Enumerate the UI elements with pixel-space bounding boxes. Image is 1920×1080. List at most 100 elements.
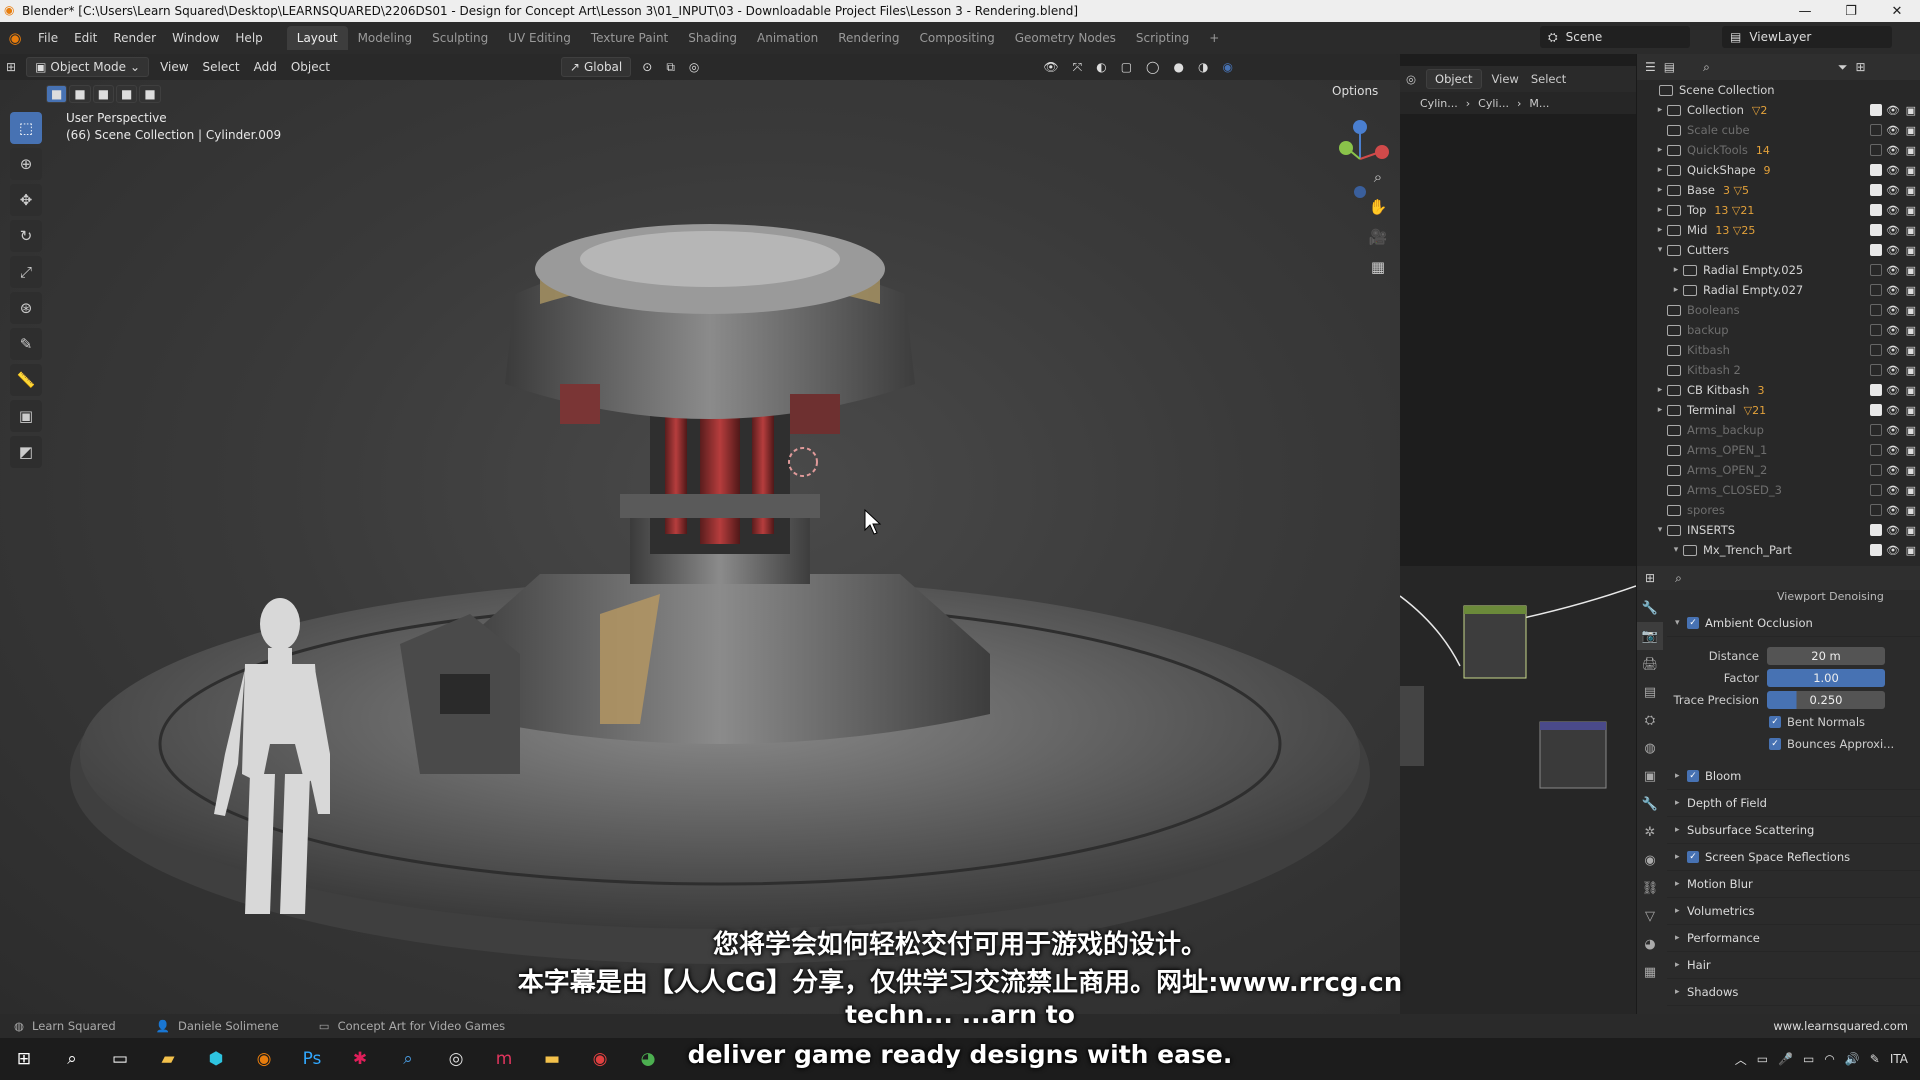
- visibility-eye-icon[interactable]: 👁: [1886, 184, 1900, 197]
- ambient-occlusion-panel[interactable]: ▾ ✓ Ambient Occlusion: [1667, 610, 1920, 637]
- visibility-eye-icon[interactable]: 👁: [1886, 144, 1900, 157]
- render-section-panel[interactable]: ▸ ✓ Screen Space Reflections: [1667, 844, 1920, 871]
- menu-render[interactable]: Render: [105, 31, 164, 45]
- bent-normals-row[interactable]: ✓ Bent Normals: [1667, 711, 1920, 733]
- outliner-item[interactable]: ▸ Radial Empty.027 👁 ▣: [1637, 280, 1920, 300]
- visibility-eye-icon[interactable]: 👁: [1886, 384, 1900, 397]
- menu-help[interactable]: Help: [227, 31, 270, 45]
- exclude-checkbox[interactable]: [1870, 344, 1882, 356]
- rendered-shading-icon[interactable]: ◉: [1215, 60, 1239, 74]
- outliner-item[interactable]: ▸ Terminal ▽21 👁 ▣: [1637, 400, 1920, 420]
- exclude-checkbox[interactable]: [1870, 384, 1882, 396]
- camera-view-icon[interactable]: 🎥: [1364, 222, 1392, 252]
- visibility-eye-icon[interactable]: 👁: [1886, 244, 1900, 257]
- view-layer-tab-icon[interactable]: ▤: [1637, 678, 1663, 706]
- outliner-item[interactable]: Scale cube 👁 ▣: [1637, 120, 1920, 140]
- outliner-item[interactable]: ▸ Top 13 ▽21 👁 ▣: [1637, 200, 1920, 220]
- outliner-item[interactable]: Arms_OPEN_1 👁 ▣: [1637, 440, 1920, 460]
- tab-compositing[interactable]: Compositing: [909, 26, 1004, 50]
- visibility-eye-icon[interactable]: 👁: [1886, 204, 1900, 217]
- render-camera-icon[interactable]: ▣: [1906, 324, 1916, 337]
- breadcrumb-material[interactable]: M...: [1529, 97, 1549, 110]
- select-box-tool-icon[interactable]: ⬚: [10, 112, 42, 144]
- exclude-checkbox[interactable]: [1870, 404, 1882, 416]
- object-tab-icon[interactable]: ▣: [1637, 762, 1663, 790]
- menu-edit[interactable]: Edit: [66, 31, 105, 45]
- mode-selector[interactable]: ▣ Object Mode ⌄: [26, 57, 150, 77]
- ao-checkbox[interactable]: ✓: [1687, 617, 1699, 629]
- exclude-checkbox[interactable]: [1870, 464, 1882, 476]
- render-section-panel[interactable]: ▸ ✓ Bloom: [1667, 763, 1920, 790]
- visibility-eye-icon[interactable]: 👁: [1886, 264, 1900, 277]
- exclude-checkbox[interactable]: [1870, 484, 1882, 496]
- select-subtract-icon[interactable]: ■: [92, 85, 115, 103]
- cursor-tool-icon[interactable]: ⊕: [10, 148, 42, 180]
- render-camera-icon[interactable]: ▣: [1906, 144, 1916, 157]
- exclude-checkbox[interactable]: [1870, 244, 1882, 256]
- exclude-checkbox[interactable]: [1870, 444, 1882, 456]
- render-camera-icon[interactable]: ▣: [1906, 124, 1916, 137]
- visibility-eye-icon[interactable]: 👁: [1886, 444, 1900, 457]
- expand-arrow-icon[interactable]: ▾: [1653, 525, 1667, 535]
- outliner-item[interactable]: ▾ Cutters 👁 ▣: [1637, 240, 1920, 260]
- 3d-viewport[interactable]: ⊞ ▣ Object Mode ⌄ View Select Add Object ↗…: [0, 54, 1400, 1014]
- menu-object[interactable]: Object: [284, 60, 337, 74]
- exclude-checkbox[interactable]: [1870, 144, 1882, 156]
- menu-add[interactable]: Add: [247, 60, 284, 74]
- select-invert-icon[interactable]: ■: [116, 85, 138, 103]
- render-camera-icon[interactable]: ▣: [1906, 344, 1916, 357]
- rotate-tool-icon[interactable]: ↻: [10, 220, 42, 252]
- orientation-selector[interactable]: ↗ Global: [560, 57, 632, 77]
- filter-icon[interactable]: ⏷: [1838, 60, 1848, 75]
- outliner-item[interactable]: Scene Collection: [1637, 80, 1920, 100]
- outliner-item[interactable]: ▾ INSERTS 👁 ▣: [1637, 520, 1920, 540]
- exclude-checkbox[interactable]: [1870, 324, 1882, 336]
- outliner-item[interactable]: ▸ Radial Empty.025 👁 ▣: [1637, 260, 1920, 280]
- visibility-eye-icon[interactable]: 👁: [1886, 324, 1900, 337]
- pivot-icon[interactable]: ⊙: [635, 60, 659, 74]
- move-tool-icon[interactable]: ✥: [10, 184, 42, 216]
- node-object-selector[interactable]: Object: [1426, 69, 1482, 89]
- close-button[interactable]: ✕: [1874, 0, 1920, 22]
- transform-tool-icon[interactable]: ⊛: [10, 292, 42, 324]
- view-layer-selector[interactable]: ▤ ViewLayer: [1722, 26, 1892, 48]
- expand-arrow-icon[interactable]: ▸: [1653, 205, 1667, 215]
- visibility-eye-icon[interactable]: 👁: [1886, 364, 1900, 377]
- outliner-item[interactable]: Booleans 👁 ▣: [1637, 300, 1920, 320]
- render-section-panel[interactable]: ▸ Depth of Field: [1667, 790, 1920, 817]
- outliner-item[interactable]: ▸ Collection ▽2 👁 ▣: [1637, 100, 1920, 120]
- tab-rendering[interactable]: Rendering: [828, 26, 909, 50]
- outliner-item[interactable]: Arms_backup 👁 ▣: [1637, 420, 1920, 440]
- scene-selector[interactable]: ⛭ Scene: [1540, 26, 1690, 48]
- exclude-checkbox[interactable]: [1870, 104, 1882, 116]
- render-camera-icon[interactable]: ▣: [1906, 184, 1916, 197]
- display-mode-icon[interactable]: ▤: [1664, 60, 1675, 74]
- render-camera-icon[interactable]: ▣: [1906, 524, 1916, 537]
- tool-tab-icon[interactable]: 🔧: [1637, 594, 1663, 622]
- exclude-checkbox[interactable]: [1870, 224, 1882, 236]
- xray-icon[interactable]: ▢: [1114, 60, 1139, 74]
- render-camera-icon[interactable]: ▣: [1906, 484, 1916, 497]
- snap-icon[interactable]: ⧉: [659, 60, 682, 75]
- visibility-eye-icon[interactable]: 👁: [1886, 424, 1900, 437]
- select-extend-icon[interactable]: ■: [69, 85, 91, 103]
- render-camera-icon[interactable]: ▣: [1906, 304, 1916, 317]
- outliner-item[interactable]: Arms_OPEN_2 👁 ▣: [1637, 460, 1920, 480]
- tab-layout[interactable]: Layout: [286, 26, 348, 50]
- menu-file[interactable]: File: [30, 31, 66, 45]
- exclude-checkbox[interactable]: [1870, 264, 1882, 276]
- render-camera-icon[interactable]: ▣: [1906, 264, 1916, 277]
- boxcutter-tool-icon[interactable]: ◩: [10, 436, 42, 468]
- select-intersect-icon[interactable]: ■: [139, 85, 161, 103]
- render-camera-icon[interactable]: ▣: [1906, 104, 1916, 117]
- visibility-icon[interactable]: 👁: [1036, 60, 1065, 74]
- render-camera-icon[interactable]: ▣: [1906, 284, 1916, 297]
- render-camera-icon[interactable]: ▣: [1906, 244, 1916, 257]
- gizmo-toggle-icon[interactable]: ⤧: [1066, 60, 1090, 75]
- physics-tab-icon[interactable]: ◉: [1637, 846, 1663, 874]
- zoom-icon[interactable]: ⌕: [1364, 162, 1392, 192]
- visibility-eye-icon[interactable]: 👁: [1886, 544, 1900, 557]
- render-camera-icon[interactable]: ▣: [1906, 504, 1916, 517]
- render-section-panel[interactable]: ▸ Subsurface Scattering: [1667, 817, 1920, 844]
- node-editor-type-icon[interactable]: ◎: [1406, 72, 1416, 86]
